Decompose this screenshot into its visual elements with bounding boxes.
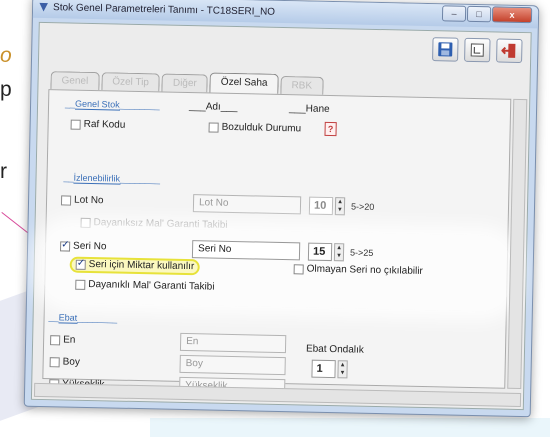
seri-no-range: 5->25	[349, 247, 374, 258]
screenshot-stage: o p r Stok Genel Parametreleri Tanımı - …	[0, 0, 558, 437]
column-hane: ___Hane	[288, 103, 330, 115]
column-adi: ___Adı___	[188, 101, 238, 114]
en-field[interactable]: En	[179, 332, 287, 354]
bozulduk-checkbox[interactable]	[208, 121, 219, 133]
window-controls: – □ x	[441, 5, 533, 24]
list-button[interactable]	[464, 37, 491, 63]
seri-no-spinner[interactable]: ▲ ▼	[333, 243, 345, 262]
dayanikli-checkbox[interactable]	[75, 279, 86, 290]
seri-miktar-checkbox[interactable]	[75, 259, 86, 270]
ebat-ondalik-label: Ebat Ondalık	[305, 343, 364, 356]
seri-no-label: Seri No	[72, 240, 107, 253]
exit-icon	[501, 43, 516, 58]
tab-rbk[interactable]: RBK	[280, 75, 324, 95]
lot-no-field[interactable]: Lot No	[192, 194, 302, 215]
raf-kodu-label: Raf Kodu	[83, 118, 126, 131]
ebat-ondalik: 1 ▲ ▼	[311, 359, 348, 379]
window-title: Stok Genel Parametreleri Tanımı - TC18SE…	[52, 1, 276, 18]
tab-genel[interactable]: Genel	[50, 71, 100, 91]
tab-ozel-tip[interactable]: Özel Tip	[101, 72, 161, 92]
lot-no-length: 10 ▲ ▼ 5->20	[308, 196, 375, 216]
bozulduk-label: Bozulduk Durumu	[221, 121, 302, 135]
background-text-fragment: o	[0, 44, 12, 67]
tab-panel: __Genel Stok________ ___Adı___ ___Hane R…	[40, 89, 513, 398]
raf-kodu-checkbox[interactable]	[70, 119, 81, 130]
tab-ozel-saha[interactable]: Özel Saha	[209, 72, 279, 94]
section-genel-stok: __Genel Stok________	[64, 98, 160, 111]
en-row[interactable]: En	[50, 334, 75, 346]
lot-no-length-value[interactable]: 10	[308, 196, 334, 216]
dialog-client-area: Genel Özel Tip Diğer Özel Saha RBK __Gen…	[30, 21, 532, 411]
lot-no-label: Lot No	[73, 194, 104, 207]
close-button[interactable]: x	[491, 6, 533, 24]
background-text-fragment: p	[0, 78, 12, 101]
seri-no-row[interactable]: Seri No	[60, 240, 107, 252]
ebat-ondalik-value[interactable]: 1	[311, 359, 336, 379]
boy-row[interactable]: Boy	[49, 356, 81, 368]
minimize-button[interactable]: –	[441, 5, 467, 22]
app-icon	[39, 2, 48, 11]
tab-diger[interactable]: Diğer	[161, 73, 209, 93]
boy-label: Boy	[62, 356, 81, 368]
save-icon	[438, 42, 453, 57]
lot-no-range: 5->20	[350, 201, 375, 212]
boy-field[interactable]: Boy	[179, 354, 286, 376]
en-label: En	[63, 334, 76, 346]
seri-no-length-value[interactable]: 15	[307, 242, 333, 262]
boy-checkbox[interactable]	[49, 356, 60, 367]
ebat-ondalik-spinner[interactable]: ▲ ▼	[337, 360, 348, 379]
seri-no-length: 15 ▲ ▼ 5->25	[307, 242, 374, 262]
raf-kodu-row[interactable]: Raf Kodu	[70, 118, 126, 131]
background-text-fragment: r	[0, 160, 7, 183]
lot-no-checkbox[interactable]	[60, 194, 72, 206]
lot-no-spinner[interactable]: ▲ ▼	[334, 197, 346, 216]
seri-no-field[interactable]: Seri No	[191, 240, 301, 261]
section-ebat: __Ebat________	[48, 312, 118, 324]
seri-miktar-label: Seri için Miktar kullanılır	[88, 258, 195, 273]
en-checkbox[interactable]	[50, 334, 61, 345]
lot-no-row[interactable]: Lot No	[60, 194, 104, 207]
help-icon[interactable]: ?	[324, 121, 337, 137]
toolbar	[432, 37, 523, 64]
maximize-button[interactable]: □	[466, 5, 492, 23]
dialog-window: Stok Genel Parametreleri Tanımı - TC18SE…	[23, 0, 540, 418]
section-izlenebilirlik: __İzlenebilirlik________	[63, 172, 161, 185]
bozulduk-row[interactable]: Bozulduk Durumu	[208, 121, 302, 135]
olmayan-seri-checkbox[interactable]	[293, 263, 304, 274]
list-icon	[470, 43, 484, 57]
seri-no-checkbox[interactable]	[60, 240, 71, 252]
background-shape	[150, 418, 550, 437]
save-button[interactable]	[432, 37, 459, 62]
exit-button[interactable]	[496, 38, 523, 64]
